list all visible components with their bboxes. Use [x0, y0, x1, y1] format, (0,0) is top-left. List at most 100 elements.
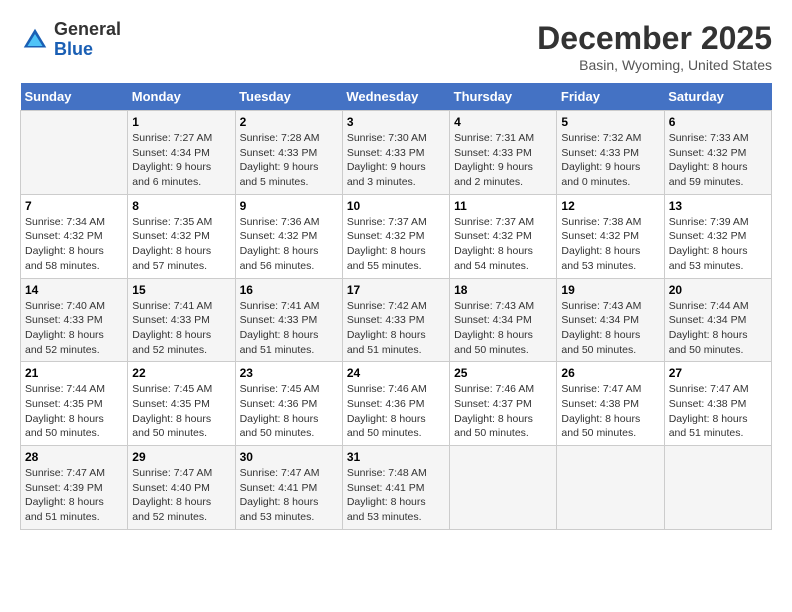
- day-number: 1: [132, 115, 230, 129]
- calendar-week-4: 21Sunrise: 7:44 AMSunset: 4:35 PMDayligh…: [21, 362, 772, 446]
- day-info: Sunrise: 7:42 AMSunset: 4:33 PMDaylight:…: [347, 299, 445, 358]
- calendar-cell: 1 Sunrise: 7:27 AMSunset: 4:34 PMDaylight…: [128, 111, 235, 195]
- day-info: Sunrise: 7:35 AMSunset: 4:32 PMDaylight:…: [132, 215, 230, 274]
- day-info: Sunrise: 7:30 AMSunset: 4:33 PMDaylight:…: [347, 131, 445, 190]
- day-info: Sunrise: 7:40 AMSunset: 4:33 PMDaylight:…: [25, 299, 123, 358]
- day-info: Sunrise: 7:38 AMSunset: 4:32 PMDaylight:…: [561, 215, 659, 274]
- calendar-cell: 6Sunrise: 7:33 AMSunset: 4:32 PMDaylight…: [664, 111, 771, 195]
- month-title: December 2025: [537, 20, 772, 57]
- day-number: 25: [454, 366, 552, 380]
- day-number: 27: [669, 366, 767, 380]
- day-number: 31: [347, 450, 445, 464]
- logo-text: General Blue: [54, 20, 121, 60]
- day-number: 21: [25, 366, 123, 380]
- calendar-cell: 19 Sunrise: 7:43 AMSunset: 4:34 PMDayligh…: [557, 278, 664, 362]
- day-info: Sunrise: 7:31 AMSunset: 4:33 PMDaylight:…: [454, 131, 552, 190]
- day-number: 28: [25, 450, 123, 464]
- day-info: Sunrise: 7:27 AMSunset: 4:34 PMDaylight:…: [132, 131, 230, 190]
- day-number: 23: [240, 366, 338, 380]
- calendar-body: 1 Sunrise: 7:27 AMSunset: 4:34 PMDaylight…: [21, 111, 772, 530]
- day-number: 30: [240, 450, 338, 464]
- day-number: 2: [240, 115, 338, 129]
- day-number: 17: [347, 283, 445, 297]
- calendar-cell: 5Sunrise: 7:32 AMSunset: 4:33 PMDaylight…: [557, 111, 664, 195]
- day-info: Sunrise: 7:28 AMSunset: 4:33 PMDaylight:…: [240, 131, 338, 190]
- calendar-cell: 18 Sunrise: 7:43 AMSunset: 4:34 PMDayligh…: [450, 278, 557, 362]
- calendar-cell: 25 Sunrise: 7:46 AMSunset: 4:37 PMDayligh…: [450, 362, 557, 446]
- calendar-cell: 22Sunrise: 7:45 AMSunset: 4:35 PMDayligh…: [128, 362, 235, 446]
- day-number: 10: [347, 199, 445, 213]
- header-day-saturday: Saturday: [664, 83, 771, 111]
- day-info: Sunrise: 7:48 AMSunset: 4:41 PMDaylight:…: [347, 466, 445, 525]
- calendar-cell: 28 Sunrise: 7:47 AMSunset: 4:39 PMDayligh…: [21, 446, 128, 530]
- day-info: Sunrise: 7:47 AMSunset: 4:38 PMDaylight:…: [561, 382, 659, 441]
- calendar-cell: 8 Sunrise: 7:35 AMSunset: 4:32 PMDaylight…: [128, 194, 235, 278]
- calendar-cell: 17 Sunrise: 7:42 AMSunset: 4:33 PMDayligh…: [342, 278, 449, 362]
- day-number: 20: [669, 283, 767, 297]
- logo-general: General: [54, 20, 121, 40]
- calendar-cell: 29 Sunrise: 7:47 AMSunset: 4:40 PMDayligh…: [128, 446, 235, 530]
- calendar-cell: 31 Sunrise: 7:48 AMSunset: 4:41 PMDayligh…: [342, 446, 449, 530]
- page-header: General Blue December 2025 Basin, Wyomin…: [20, 20, 772, 73]
- header-day-friday: Friday: [557, 83, 664, 111]
- header-day-monday: Monday: [128, 83, 235, 111]
- day-info: Sunrise: 7:44 AMSunset: 4:34 PMDaylight:…: [669, 299, 767, 358]
- calendar-cell: 13Sunrise: 7:39 AMSunset: 4:32 PMDayligh…: [664, 194, 771, 278]
- day-number: 11: [454, 199, 552, 213]
- day-number: 4: [454, 115, 552, 129]
- day-number: 22: [132, 366, 230, 380]
- calendar-header: SundayMondayTuesdayWednesdayThursdayFrid…: [21, 83, 772, 111]
- day-info: Sunrise: 7:47 AMSunset: 4:39 PMDaylight:…: [25, 466, 123, 525]
- calendar-cell: 27 Sunrise: 7:47 AMSunset: 4:38 PMDayligh…: [664, 362, 771, 446]
- calendar-cell: 4 Sunrise: 7:31 AMSunset: 4:33 PMDaylight…: [450, 111, 557, 195]
- day-number: 26: [561, 366, 659, 380]
- day-number: 14: [25, 283, 123, 297]
- location: Basin, Wyoming, United States: [537, 57, 772, 73]
- logo-blue: Blue: [54, 40, 121, 60]
- day-info: Sunrise: 7:46 AMSunset: 4:37 PMDaylight:…: [454, 382, 552, 441]
- day-info: Sunrise: 7:37 AMSunset: 4:32 PMDaylight:…: [454, 215, 552, 274]
- day-number: 3: [347, 115, 445, 129]
- day-number: 18: [454, 283, 552, 297]
- calendar-cell: 20 Sunrise: 7:44 AMSunset: 4:34 PMDayligh…: [664, 278, 771, 362]
- calendar-cell: [664, 446, 771, 530]
- day-info: Sunrise: 7:43 AMSunset: 4:34 PMDaylight:…: [454, 299, 552, 358]
- day-info: Sunrise: 7:47 AMSunset: 4:38 PMDaylight:…: [669, 382, 767, 441]
- day-info: Sunrise: 7:37 AMSunset: 4:32 PMDaylight:…: [347, 215, 445, 274]
- day-info: Sunrise: 7:41 AMSunset: 4:33 PMDaylight:…: [240, 299, 338, 358]
- title-area: December 2025 Basin, Wyoming, United Sta…: [537, 20, 772, 73]
- calendar-cell: 15Sunrise: 7:41 AMSunset: 4:33 PMDayligh…: [128, 278, 235, 362]
- day-info: Sunrise: 7:34 AMSunset: 4:32 PMDaylight:…: [25, 215, 123, 274]
- calendar-cell: [557, 446, 664, 530]
- day-number: 24: [347, 366, 445, 380]
- calendar-cell: 14 Sunrise: 7:40 AMSunset: 4:33 PMDayligh…: [21, 278, 128, 362]
- day-number: 16: [240, 283, 338, 297]
- calendar-cell: 2 Sunrise: 7:28 AMSunset: 4:33 PMDaylight…: [235, 111, 342, 195]
- calendar-table: SundayMondayTuesdayWednesdayThursdayFrid…: [20, 83, 772, 530]
- calendar-cell: [21, 111, 128, 195]
- calendar-cell: 10 Sunrise: 7:37 AMSunset: 4:32 PMDayligh…: [342, 194, 449, 278]
- day-number: 15: [132, 283, 230, 297]
- calendar-cell: 24Sunrise: 7:46 AMSunset: 4:36 PMDayligh…: [342, 362, 449, 446]
- calendar-week-5: 28 Sunrise: 7:47 AMSunset: 4:39 PMDayligh…: [21, 446, 772, 530]
- day-number: 29: [132, 450, 230, 464]
- calendar-cell: 23 Sunrise: 7:45 AMSunset: 4:36 PMDayligh…: [235, 362, 342, 446]
- day-number: 8: [132, 199, 230, 213]
- header-day-wednesday: Wednesday: [342, 83, 449, 111]
- day-number: 9: [240, 199, 338, 213]
- logo-icon: [20, 25, 50, 55]
- day-number: 5: [561, 115, 659, 129]
- calendar-cell: 26 Sunrise: 7:47 AMSunset: 4:38 PMDayligh…: [557, 362, 664, 446]
- header-day-sunday: Sunday: [21, 83, 128, 111]
- day-info: Sunrise: 7:43 AMSunset: 4:34 PMDaylight:…: [561, 299, 659, 358]
- day-info: Sunrise: 7:45 AMSunset: 4:36 PMDaylight:…: [240, 382, 338, 441]
- day-number: 6: [669, 115, 767, 129]
- calendar-cell: 12 Sunrise: 7:38 AMSunset: 4:32 PMDayligh…: [557, 194, 664, 278]
- calendar-cell: [450, 446, 557, 530]
- calendar-cell: 9Sunrise: 7:36 AMSunset: 4:32 PMDaylight…: [235, 194, 342, 278]
- calendar-week-2: 7Sunrise: 7:34 AMSunset: 4:32 PMDaylight…: [21, 194, 772, 278]
- day-info: Sunrise: 7:47 AMSunset: 4:40 PMDaylight:…: [132, 466, 230, 525]
- day-number: 12: [561, 199, 659, 213]
- day-number: 19: [561, 283, 659, 297]
- calendar-cell: 3 Sunrise: 7:30 AMSunset: 4:33 PMDaylight…: [342, 111, 449, 195]
